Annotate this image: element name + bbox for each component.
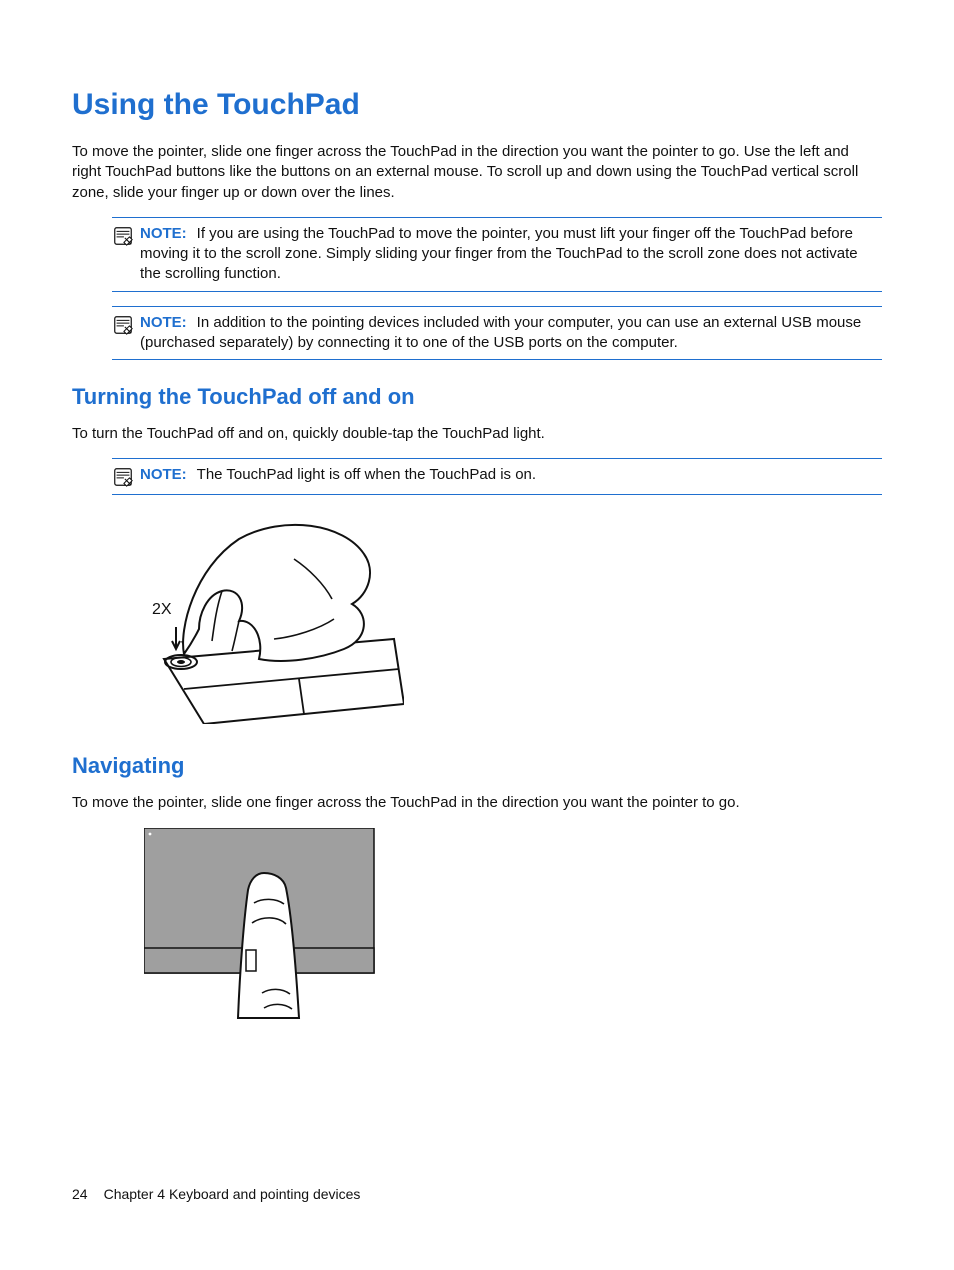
page-title: Using the TouchPad bbox=[72, 88, 882, 122]
page-footer: 24 Chapter 4 Keyboard and pointing device… bbox=[72, 1186, 360, 1202]
note-icon bbox=[112, 466, 134, 488]
note-body: The TouchPad light is off when the Touch… bbox=[197, 466, 536, 483]
illus-label: 2X bbox=[152, 601, 172, 618]
note-body: In addition to the pointing devices incl… bbox=[140, 314, 861, 351]
section-heading-turning: Turning the TouchPad off and on bbox=[72, 384, 882, 410]
page-container: Using the TouchPad To move the pointer, … bbox=[0, 0, 954, 1270]
note-label: NOTE: bbox=[140, 225, 187, 242]
note-block: NOTE: The TouchPad light is off when the … bbox=[112, 458, 882, 495]
note-text: NOTE:In addition to the pointing devices… bbox=[140, 313, 882, 354]
section-body: To move the pointer, slide one finger ac… bbox=[72, 793, 882, 813]
illustration-navigate bbox=[144, 828, 882, 1028]
note-block: NOTE:In addition to the pointing devices… bbox=[112, 306, 882, 361]
page-number: 24 bbox=[72, 1186, 88, 1202]
note-block: NOTE:If you are using the TouchPad to mo… bbox=[112, 217, 882, 292]
note-text: NOTE:If you are using the TouchPad to mo… bbox=[140, 224, 882, 285]
note-text: NOTE: The TouchPad light is off when the … bbox=[140, 465, 882, 485]
note-label: NOTE: bbox=[140, 314, 187, 331]
note-icon bbox=[112, 225, 134, 247]
intro-paragraph: To move the pointer, slide one finger ac… bbox=[72, 142, 882, 203]
note-icon bbox=[112, 314, 134, 336]
note-body: If you are using the TouchPad to move th… bbox=[140, 225, 858, 283]
illustration-double-tap: 2X bbox=[144, 509, 882, 729]
section-heading-navigating: Navigating bbox=[72, 753, 882, 779]
chapter-label: Chapter 4 Keyboard and pointing devices bbox=[104, 1186, 361, 1202]
section-body: To turn the TouchPad off and on, quickly… bbox=[72, 424, 882, 444]
note-label: NOTE: bbox=[140, 466, 187, 483]
